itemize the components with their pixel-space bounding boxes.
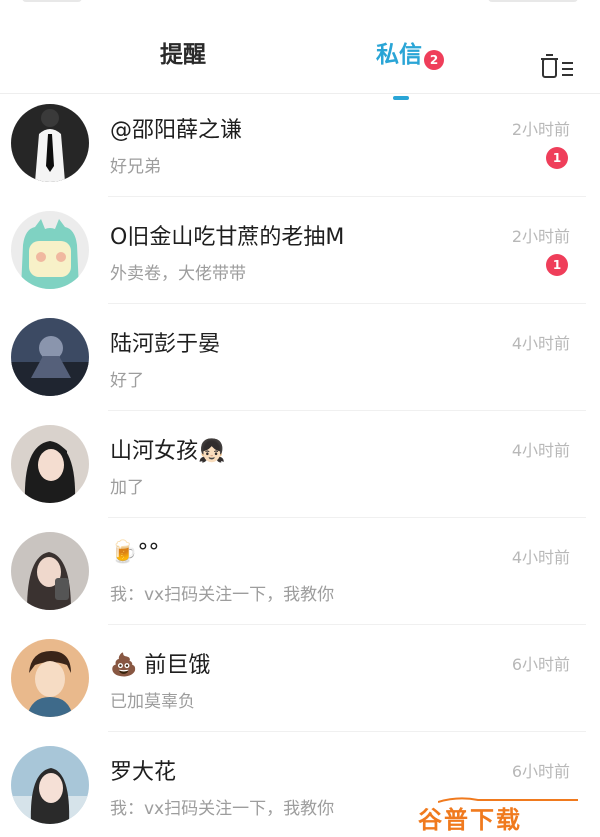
timestamp: 4小时前 — [511, 548, 570, 567]
avatar[interactable] — [11, 532, 89, 610]
status-time — [22, 0, 82, 2]
messages-badge: 2 — [424, 50, 444, 70]
contact-name: 💩 前巨饿 — [110, 653, 211, 678]
conversation-row[interactable]: 山河女孩👧🏻 加了 4小时前 — [0, 411, 600, 518]
contact-name: 山河女孩👧🏻 — [110, 439, 226, 464]
avatar[interactable] — [11, 639, 89, 717]
message-preview: 我：vx扫码关注一下，我教你 — [110, 799, 335, 819]
unread-badge: 1 — [546, 147, 568, 169]
conversation-row[interactable]: 💩 前巨饿 已加莫辜负 6小时前 — [0, 625, 600, 732]
watermark-logo: 谷普下载 — [418, 806, 522, 834]
status-icons — [488, 0, 578, 2]
contact-name: 🍺°° — [110, 540, 160, 565]
avatar[interactable] — [11, 425, 89, 503]
contact-name: @邵阳薛之谦 — [110, 118, 243, 143]
avatar[interactable] — [11, 104, 89, 182]
message-preview: 好了 — [110, 371, 144, 391]
message-preview: 我：vx扫码关注一下，我教你 — [110, 585, 335, 605]
message-preview: 加了 — [110, 478, 144, 498]
tab-messages[interactable]: 私信 — [376, 35, 422, 69]
message-preview: 外卖卷，大佬带带 — [110, 264, 246, 284]
contact-name: 陆河彭于晏 — [110, 332, 221, 357]
timestamp: 2小时前 — [511, 120, 570, 139]
contact-name: 罗大花 — [110, 760, 177, 785]
avatar[interactable] — [11, 318, 89, 396]
tab-reminder[interactable]: 提醒 — [160, 35, 206, 69]
status-bar — [0, 0, 600, 12]
message-preview: 已加莫辜负 — [110, 692, 195, 712]
message-preview: 好兄弟 — [110, 157, 161, 177]
unread-badge: 1 — [546, 254, 568, 276]
conversation-row[interactable]: 陆河彭于晏 好了 4小时前 — [0, 304, 600, 411]
contact-name: O旧金山吃甘蔗的老抽M — [110, 225, 345, 250]
conversation-row[interactable]: O旧金山吃甘蔗的老抽M 外卖卷，大佬带带 2小时前 1 — [0, 197, 600, 304]
timestamp: 4小时前 — [511, 441, 570, 460]
timestamp: 4小时前 — [511, 334, 570, 353]
timestamp: 6小时前 — [511, 762, 570, 781]
timestamp: 6小时前 — [511, 655, 570, 674]
avatar[interactable] — [11, 211, 89, 289]
conversation-row[interactable]: 🍺°° 我：vx扫码关注一下，我教你 4小时前 — [0, 518, 600, 625]
avatar[interactable] — [11, 746, 89, 824]
trash-list-icon[interactable] — [540, 54, 576, 80]
conversation-row[interactable]: @邵阳薛之谦 好兄弟 2小时前 1 — [0, 90, 600, 197]
timestamp: 2小时前 — [511, 227, 570, 246]
tab-bar: 提醒 私信 2 — [0, 12, 600, 100]
conversation-list: @邵阳薛之谦 好兄弟 2小时前 1 O旧金山吃甘蔗的老抽M 外卖卷，大佬带带 2… — [0, 90, 600, 837]
